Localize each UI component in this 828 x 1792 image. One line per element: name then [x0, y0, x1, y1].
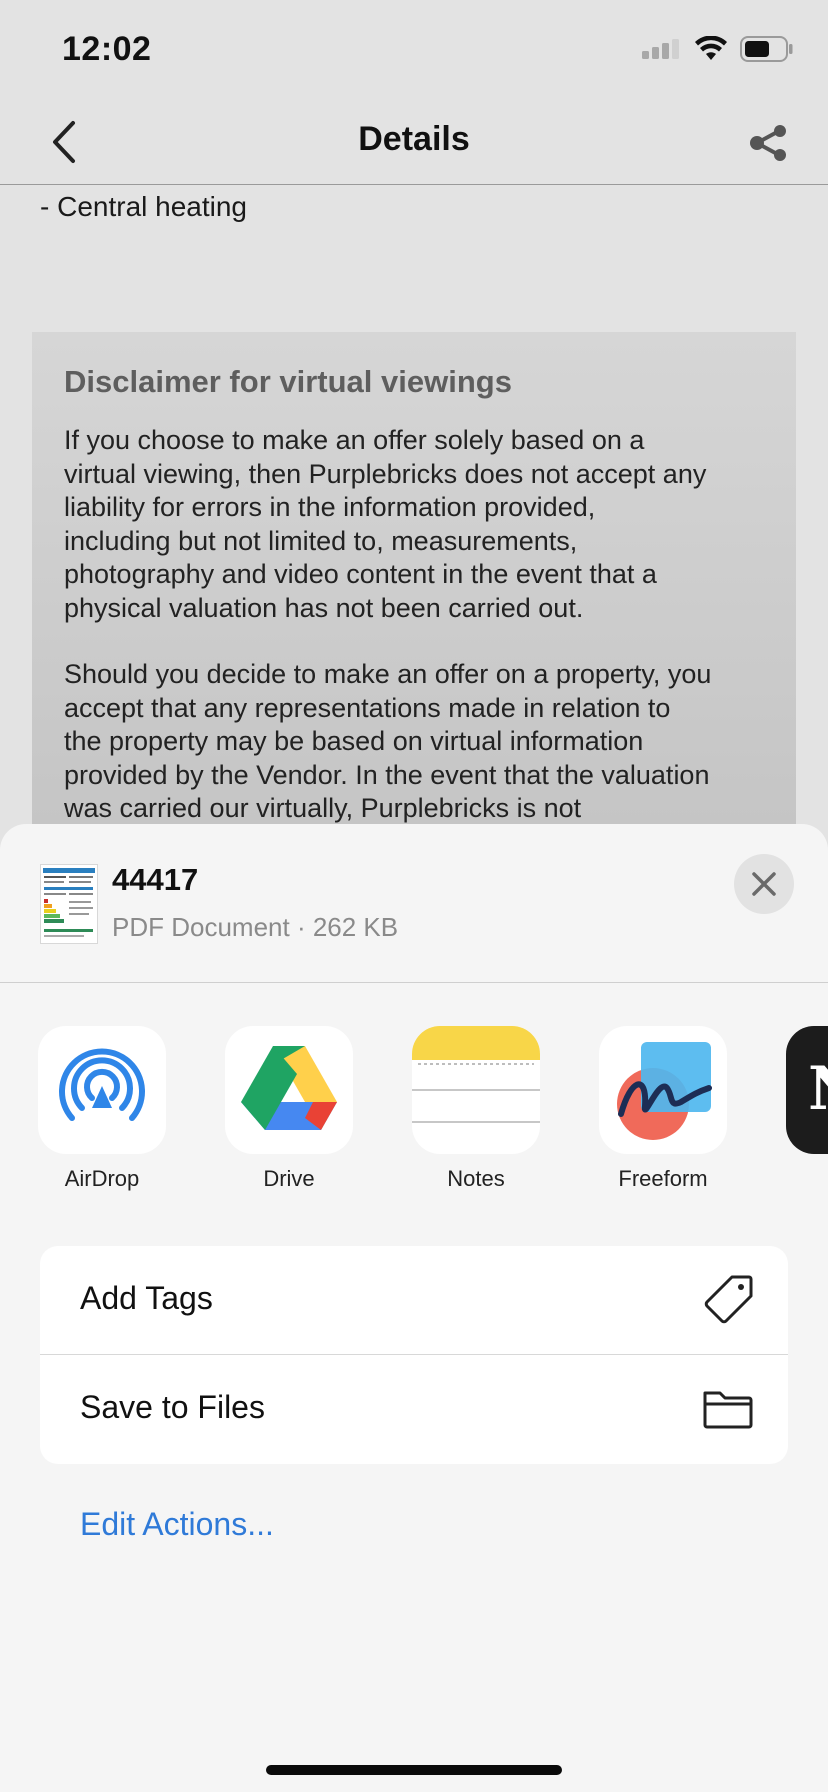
app-notion[interactable]: N Jo	[786, 1026, 828, 1192]
share-icon	[750, 125, 786, 161]
app-label: Notes	[447, 1166, 505, 1191]
disclaimer-paragraph-1: If you choose to make an offer solely ba…	[64, 424, 776, 625]
folder-icon	[703, 1391, 753, 1429]
text-line: the property may be based on virtual inf…	[64, 726, 644, 756]
app-label: AirDrop	[64, 1166, 140, 1191]
disclaimer-title: Disclaimer for virtual viewings	[64, 364, 512, 399]
app-notes[interactable]: Notes	[412, 1026, 540, 1192]
add-tags-action[interactable]: Add Tags	[40, 1246, 788, 1354]
battery-icon	[740, 36, 793, 62]
save-to-files-action[interactable]: Save to Files	[40, 1355, 788, 1463]
google-drive-icon	[225, 1026, 353, 1154]
app-label: Jo	[770, 1166, 828, 1192]
app-airdrop[interactable]: AirDrop	[38, 1026, 166, 1192]
close-icon	[752, 872, 776, 896]
app-freeform[interactable]: Freeform	[599, 1026, 727, 1192]
status-bar: 12:02	[0, 0, 828, 100]
share-sheet: 44417 PDF Document · 262 KB AirDrop Driv…	[0, 824, 828, 1792]
action-label: Add Tags	[80, 1280, 213, 1316]
text-line: virtual viewing, then Purplebricks does …	[64, 458, 707, 489]
home-indicator[interactable]	[266, 1765, 562, 1775]
text-line: physical valuation has not been carried …	[64, 592, 584, 623]
edit-actions-link[interactable]: Edit Actions...	[80, 1506, 274, 1543]
notion-letter: N	[808, 1054, 828, 1124]
signal-icon	[642, 39, 679, 59]
navbar: Details	[0, 100, 828, 185]
text-line: accept that any representations made in …	[64, 692, 671, 723]
text-line: including but not limited to, measuremen…	[64, 525, 578, 556]
feature-item: - Central heating	[40, 191, 248, 222]
details-content: - Central heating Disclaimer for virtual…	[0, 185, 828, 825]
app-label: Freeform	[618, 1166, 708, 1191]
freeform-icon	[599, 1026, 727, 1154]
file-header: 44417 PDF Document · 262 KB	[0, 824, 828, 983]
text-line: Should you decide to make an offer on a …	[64, 659, 712, 689]
actions-card: Add Tags Save to Files	[40, 1246, 788, 1464]
notes-icon	[412, 1026, 540, 1154]
notion-icon: N	[786, 1026, 828, 1154]
tag-icon	[704, 1275, 753, 1324]
action-label: Save to Files	[80, 1389, 265, 1425]
app-drive[interactable]: Drive	[225, 1026, 353, 1192]
airdrop-icon	[38, 1026, 166, 1154]
share-apps-row: AirDrop Drive Notes Freeform	[0, 1026, 828, 1196]
text-line: was carried our virtually, Purplebricks …	[64, 793, 582, 823]
close-button[interactable]	[734, 854, 794, 914]
wifi-icon	[695, 36, 727, 60]
status-time: 12:02	[62, 30, 152, 68]
file-thumbnail	[40, 864, 98, 944]
disclaimer-paragraph-2: Should you decide to make an offer on a …	[64, 658, 776, 825]
text-line: If you choose to make an offer solely ba…	[64, 425, 645, 455]
text-line: photography and video content in the eve…	[64, 559, 657, 589]
share-button[interactable]	[744, 118, 794, 168]
file-name: 44417	[112, 862, 199, 897]
app-label: Drive	[263, 1166, 315, 1191]
disclaimer-box: Disclaimer for virtual viewings If you c…	[32, 332, 796, 825]
status-icons	[642, 36, 794, 62]
text-line: provided by the Vendor. In the event tha…	[64, 759, 710, 790]
page-title: Details	[358, 120, 470, 158]
file-meta: PDF Document · 262 KB	[112, 912, 399, 942]
text-line: liability for errors in the information …	[64, 492, 596, 522]
